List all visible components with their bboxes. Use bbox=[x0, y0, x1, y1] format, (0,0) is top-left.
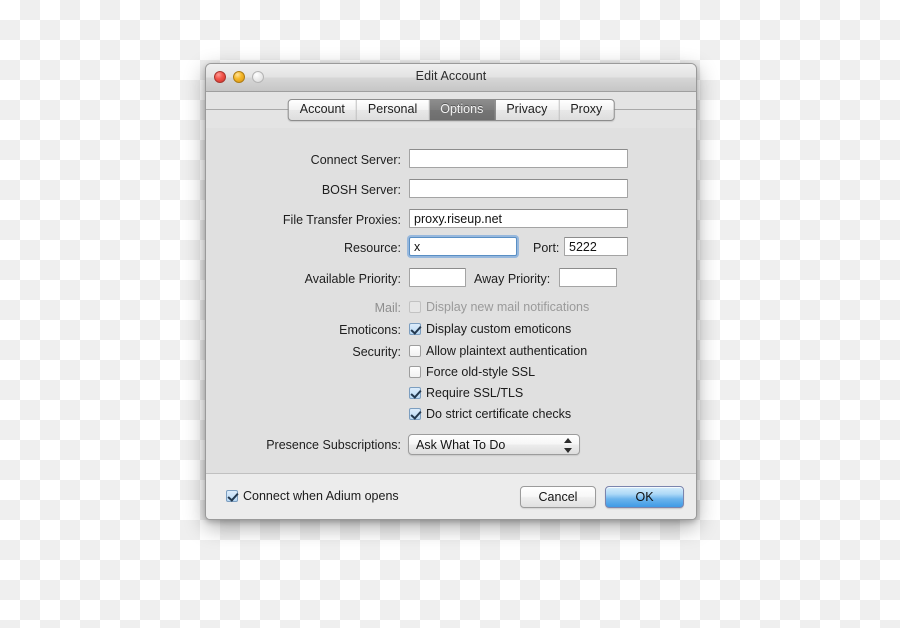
edit-account-window: Edit Account Account Personal Options Pr… bbox=[205, 63, 697, 520]
tab-personal[interactable]: Personal bbox=[357, 100, 430, 120]
force-old-ssl-checkbox[interactable] bbox=[409, 366, 421, 378]
popup-updown-icon bbox=[563, 438, 572, 453]
cancel-button[interactable]: Cancel bbox=[520, 486, 596, 508]
allow-plaintext-checkbox[interactable] bbox=[409, 345, 421, 357]
window-title: Edit Account bbox=[415, 69, 487, 83]
dialog-footer: Connect when Adium opens Cancel OK bbox=[206, 473, 696, 519]
window-titlebar: Edit Account bbox=[206, 64, 696, 92]
strict-cert-checks-label: Do strict certificate checks bbox=[426, 407, 572, 421]
presence-subscriptions-value: Ask What To Do bbox=[416, 437, 506, 452]
security-label: Security: bbox=[352, 345, 401, 359]
port-input[interactable] bbox=[564, 237, 628, 256]
tab-bar: Account Personal Options Privacy Proxy bbox=[206, 92, 696, 128]
mail-label: Mail: bbox=[374, 301, 401, 315]
force-old-ssl-checkbox-row[interactable]: Force old-style SSL bbox=[409, 365, 535, 379]
ok-button[interactable]: OK bbox=[605, 486, 684, 508]
tab-options[interactable]: Options bbox=[429, 100, 496, 120]
custom-emoticons-checkbox-row[interactable]: Display custom emoticons bbox=[409, 322, 571, 336]
emoticons-label: Emoticons: bbox=[339, 323, 401, 337]
mail-notifications-checkbox-row[interactable]: Display new mail notifications bbox=[409, 300, 589, 314]
bosh-server-label: BOSH Server: bbox=[321, 183, 401, 197]
require-ssl-tls-label: Require SSL/TLS bbox=[426, 386, 524, 400]
connect-on-open-label: Connect when Adium opens bbox=[243, 489, 399, 503]
strict-cert-checks-checkbox-row[interactable]: Do strict certificate checks bbox=[409, 407, 571, 421]
tab-proxy[interactable]: Proxy bbox=[559, 100, 613, 120]
custom-emoticons-checkbox[interactable] bbox=[409, 323, 421, 335]
presence-subscriptions-label: Presence Subscriptions: bbox=[266, 438, 401, 452]
available-priority-input[interactable] bbox=[409, 268, 466, 287]
mail-notifications-checkbox bbox=[409, 301, 421, 313]
away-priority-label: Away Priority: bbox=[474, 272, 551, 286]
allow-plaintext-label: Allow plaintext authentication bbox=[426, 344, 588, 358]
tab-group: Account Personal Options Privacy Proxy bbox=[287, 99, 615, 121]
connect-server-label: Connect Server: bbox=[310, 153, 401, 167]
port-label: Port: bbox=[533, 241, 560, 255]
resource-label: Resource: bbox=[344, 241, 401, 255]
resource-input[interactable] bbox=[409, 237, 517, 256]
connect-on-open-checkbox-row[interactable]: Connect when Adium opens bbox=[226, 489, 399, 503]
strict-cert-checks-checkbox[interactable] bbox=[409, 408, 421, 420]
require-ssl-tls-checkbox[interactable] bbox=[409, 387, 421, 399]
allow-plaintext-checkbox-row[interactable]: Allow plaintext authentication bbox=[409, 344, 587, 358]
presence-subscriptions-select[interactable]: Ask What To Do bbox=[408, 434, 580, 455]
file-transfer-proxies-label: File Transfer Proxies: bbox=[282, 213, 401, 227]
options-pane: Connect Server: BOSH Server: File Transf… bbox=[206, 128, 696, 473]
tab-account[interactable]: Account bbox=[289, 100, 357, 120]
mail-notifications-label: Display new mail notifications bbox=[426, 300, 590, 314]
file-transfer-proxies-input[interactable] bbox=[409, 209, 628, 228]
connect-server-input[interactable] bbox=[409, 149, 628, 168]
custom-emoticons-label: Display custom emoticons bbox=[426, 322, 572, 336]
bosh-server-input[interactable] bbox=[409, 179, 628, 198]
tab-privacy[interactable]: Privacy bbox=[495, 100, 560, 120]
available-priority-label: Available Priority: bbox=[304, 272, 401, 286]
away-priority-input[interactable] bbox=[559, 268, 617, 287]
connect-on-open-checkbox[interactable] bbox=[226, 490, 238, 502]
require-ssl-tls-checkbox-row[interactable]: Require SSL/TLS bbox=[409, 386, 523, 400]
force-old-ssl-label: Force old-style SSL bbox=[426, 365, 536, 379]
